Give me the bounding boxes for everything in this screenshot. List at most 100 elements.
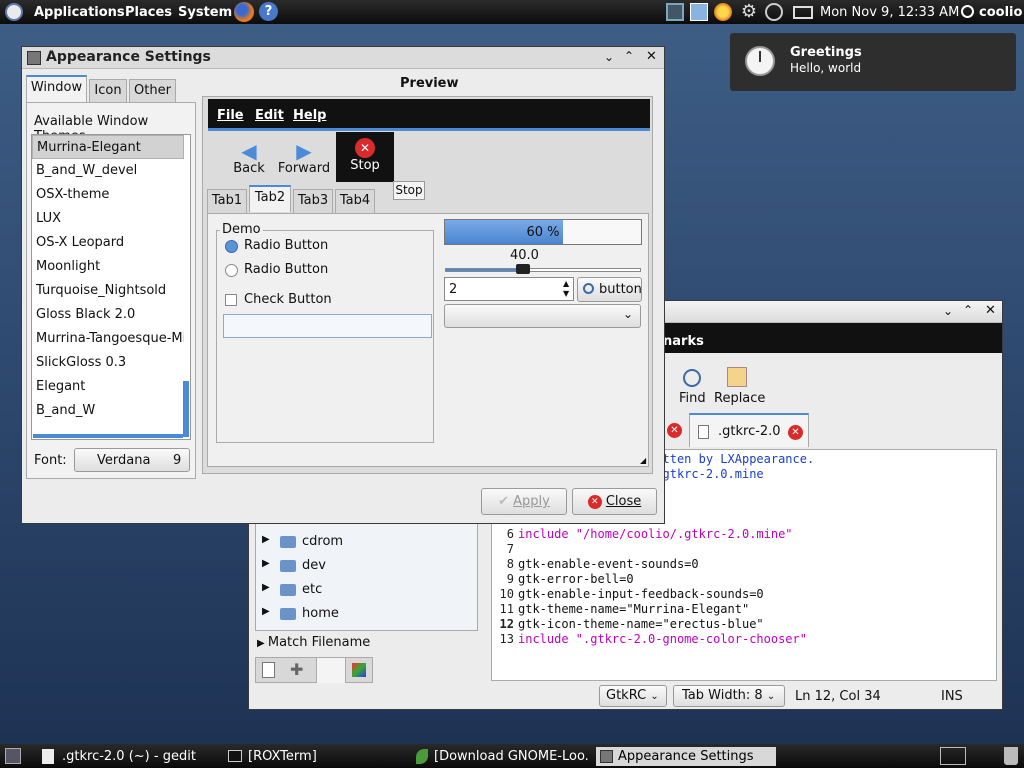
appearance-titlebar[interactable]: Appearance Settings ⌄ ⌃ ✕ (22, 47, 664, 69)
search-button[interactable]: button (577, 277, 642, 302)
minimize-icon[interactable]: ⌄ (604, 50, 614, 64)
code-line[interactable]: 7 (492, 542, 518, 557)
language-dropdown[interactable]: GtkRC ⌄ (599, 685, 667, 707)
theme-item[interactable]: Murrina-Elegant (32, 135, 184, 159)
mail-icon[interactable] (793, 6, 813, 19)
code-line[interactable]: 8 gtk-enable-event-sounds=0 (492, 557, 699, 572)
preview-forward-button[interactable]: ▶ Forward (277, 139, 331, 181)
check-button[interactable] (225, 294, 237, 306)
theme-list[interactable]: Murrina-Elegant B_and_W_devel OSX-theme LUX… (31, 134, 191, 440)
tab-icon[interactable]: Icon (89, 79, 127, 103)
preview-menu-file[interactable]: File (217, 108, 244, 123)
theme-list-vscrollbar[interactable] (183, 381, 189, 437)
theme-item[interactable]: LUX (32, 207, 184, 231)
code-line[interactable]: 6 include "/home/coolio/.gtkrc-2.0.mine" (492, 527, 793, 542)
radio-button[interactable] (225, 264, 238, 277)
gnome-foot-icon[interactable] (5, 3, 23, 21)
replace-icon[interactable] (727, 367, 747, 387)
show-desktop-icon[interactable] (5, 748, 21, 764)
theme-item[interactable]: Moonlight (32, 255, 184, 279)
photo-icon[interactable] (690, 3, 708, 21)
doc-tab-close-icon[interactable]: ✕ (788, 425, 803, 440)
maximize-icon[interactable]: ⌃ (963, 303, 973, 317)
clock[interactable]: Mon Nov 9, 12:33 AM (820, 5, 959, 20)
color-picker-tab-icon[interactable] (352, 663, 366, 677)
power-icon[interactable] (961, 5, 974, 18)
applications-menu[interactable]: Applications (34, 5, 125, 20)
expander-icon[interactable]: ▶ (262, 582, 270, 593)
search-icon[interactable] (765, 3, 783, 21)
preview-tab-3[interactable]: Tab3 (293, 189, 333, 213)
preview-combobox[interactable]: ⌄ (444, 304, 641, 328)
resize-grip-icon[interactable]: ◢ (640, 456, 646, 465)
workspace-switcher-icon[interactable] (940, 747, 966, 765)
preview-stop-button[interactable]: ✕ Stop (336, 132, 394, 182)
close-button[interactable]: ✕ Close (572, 488, 657, 515)
preview-tab-1[interactable]: Tab1 (207, 189, 247, 213)
preview-back-button[interactable]: ◀ Back (229, 139, 269, 181)
tab-window[interactable]: Window (26, 75, 87, 102)
apply-button[interactable]: ✔ Apply (481, 488, 567, 515)
weather-sun-icon[interactable] (714, 3, 732, 21)
spin-down-icon[interactable]: ▼ (563, 289, 569, 298)
documents-tab-icon[interactable] (262, 662, 275, 678)
preview-menu-edit[interactable]: Edit (255, 108, 284, 123)
task-roxterm[interactable]: [ROXTerm] (226, 747, 406, 766)
find-icon[interactable] (683, 369, 701, 387)
maximize-icon[interactable]: ⌃ (624, 49, 634, 63)
code-line[interactable]: 12 gtk-icon-theme-name="erectus-blue" (492, 617, 764, 632)
demo-text-entry[interactable] (223, 314, 432, 338)
theme-item[interactable]: Gloss Black 2.0 (32, 303, 184, 327)
code-line[interactable]: 9 gtk-error-bell=0 (492, 572, 634, 587)
expander-icon[interactable]: ▶ (262, 534, 270, 545)
theme-item[interactable]: OSX-theme (32, 183, 184, 207)
preview-menu-help[interactable]: Help (293, 108, 326, 123)
spin-up-icon[interactable]: ▲ (563, 279, 569, 288)
theme-item[interactable]: Elegant (32, 375, 184, 399)
font-button[interactable]: Verdana 9 (74, 448, 190, 472)
find-button[interactable]: Find (679, 391, 706, 406)
tree-item[interactable]: ▶ dev (256, 556, 476, 578)
slider-handle[interactable] (515, 264, 530, 274)
tree-item[interactable]: ▶ etc (256, 580, 476, 602)
tree-item[interactable]: ▶ cdrom (256, 532, 476, 554)
close-icon[interactable]: ✕ (985, 303, 996, 318)
firefox-icon[interactable] (234, 2, 254, 22)
spin-button[interactable]: 2 ▲ ▼ (444, 277, 574, 301)
task-download[interactable]: [Download GNOME-Loo... (412, 747, 590, 766)
settings-icon[interactable]: ⚙ (740, 3, 758, 21)
theme-item[interactable]: B_and_W_devel (32, 159, 184, 183)
radio-button-checked[interactable] (225, 240, 238, 253)
theme-item[interactable]: SlickGloss 0.3 (32, 351, 184, 375)
minimize-icon[interactable]: ⌄ (943, 304, 953, 318)
screens-icon[interactable] (666, 3, 684, 21)
task-appearance[interactable]: Appearance Settings (596, 747, 776, 766)
match-filename-expander[interactable]: ▶ Match Filename (257, 635, 370, 650)
theme-item[interactable]: B_and_W (32, 399, 184, 423)
close-icon[interactable]: ✕ (646, 49, 657, 64)
tab-close-icon[interactable]: ✕ (667, 423, 682, 438)
preview-tab-4[interactable]: Tab4 (335, 189, 375, 213)
theme-list-hscrollbar[interactable] (33, 434, 183, 438)
theme-item[interactable]: OS-X Leopard (32, 231, 184, 255)
code-line[interactable]: 11 gtk-theme-name="Murrina-Elegant" (492, 602, 750, 617)
code-line[interactable]: 13 include ".gtkrc-2.0-gnome-color-choose… (492, 632, 807, 647)
tab-other[interactable]: Other (129, 79, 176, 103)
preview-tab-2[interactable]: Tab2 (249, 185, 291, 212)
tree-item[interactable]: ▶ home (256, 604, 476, 626)
expander-icon[interactable]: ▶ (262, 606, 270, 617)
tab-width-dropdown[interactable]: Tab Width: 8 ⌄ (673, 685, 785, 707)
notification-bubble[interactable]: Greetings Hello, world (730, 33, 1016, 91)
replace-button[interactable]: Replace (714, 391, 765, 406)
trash-icon[interactable] (1004, 747, 1018, 765)
theme-item[interactable]: Murrina-Tangoesque-Mine (32, 327, 184, 351)
help-icon[interactable]: ? (259, 2, 278, 21)
bookmarks-menu[interactable]: narks (663, 334, 704, 349)
doc-tab-gtkrc[interactable]: .gtkrc-2.0 ✕ (689, 413, 809, 447)
plus-tab-icon[interactable]: ✚ (290, 660, 303, 679)
code-line[interactable]: 10 gtk-enable-input-feedback-sounds=0 (492, 587, 764, 602)
expander-icon[interactable]: ▶ (262, 558, 270, 569)
places-menu[interactable]: Places (125, 5, 172, 20)
slider-track[interactable] (445, 268, 641, 272)
theme-item[interactable]: Turquoise_Nightsold (32, 279, 184, 303)
